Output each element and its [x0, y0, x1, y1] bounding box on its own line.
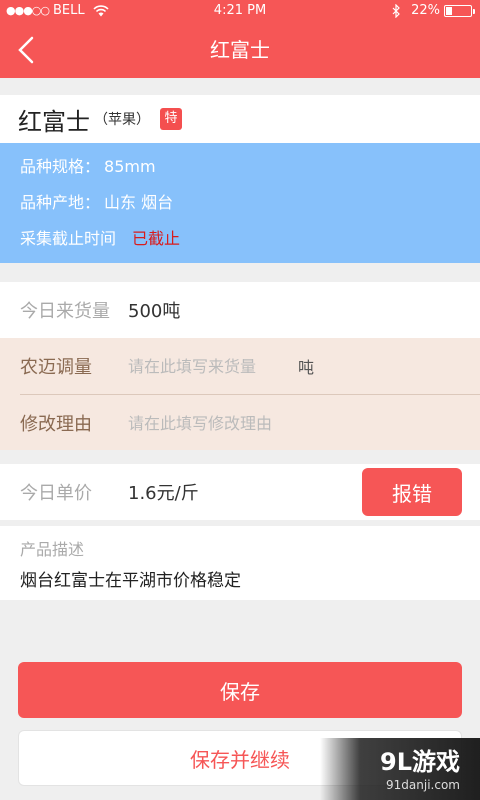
- bluetooth-icon: [392, 3, 400, 18]
- adjust-qty-unit: 吨: [298, 358, 315, 377]
- adjust-reason-input[interactable]: [128, 413, 428, 433]
- price-label: 今日单价: [20, 483, 92, 504]
- spec-row: 品种规格： 85mm: [20, 155, 480, 191]
- incoming-value: 500吨: [128, 301, 181, 322]
- page-title: 红富士: [210, 38, 270, 62]
- adjust-qty-label: 农迈调量: [20, 357, 92, 378]
- adjust-qty-input[interactable]: [128, 356, 298, 376]
- special-badge: 特: [160, 108, 182, 130]
- spec-label: 品种规格：: [20, 157, 101, 176]
- watermark-logo: 9L游戏 91danji.com: [320, 738, 480, 800]
- price-row: 今日单价 1.6元/斤 报错: [0, 464, 480, 520]
- deadline-label: 采集截止时间: [20, 229, 117, 248]
- battery-fill: [446, 6, 452, 15]
- incoming-label: 今日来货量: [20, 301, 110, 322]
- adjust-reason-row: 修改理由: [0, 395, 480, 451]
- product-header: 红富士 （苹果） 特: [0, 95, 480, 143]
- product-type: （苹果）: [94, 112, 150, 128]
- deadline-row: 采集截止时间 已截止: [20, 227, 480, 263]
- battery-icon: [444, 4, 475, 17]
- price-value: 1.6元/斤: [128, 483, 199, 504]
- adjust-qty-row: 农迈调量 吨: [0, 338, 480, 394]
- deadline-status: 已截止: [132, 229, 181, 248]
- origin-value: 山东 烟台: [104, 193, 174, 212]
- description-text: 烟台红富士在平湖市价格稳定: [20, 571, 241, 591]
- nav-bar: 红富士: [0, 22, 480, 78]
- spec-value: 85mm: [104, 157, 156, 176]
- origin-row: 品种产地： 山东 烟台: [20, 191, 480, 227]
- origin-label: 品种产地：: [20, 193, 101, 212]
- product-name: 红富士: [18, 107, 90, 136]
- description-label: 产品描述: [20, 540, 85, 559]
- adjust-section: 农迈调量 吨 修改理由: [0, 338, 480, 450]
- adjust-reason-label: 修改理由: [20, 414, 92, 435]
- description-section: 产品描述 烟台红富士在平湖市价格稳定: [0, 526, 480, 600]
- product-info-box: 品种规格： 85mm 品种产地： 山东 烟台 采集截止时间 已截止: [0, 143, 480, 263]
- watermark-brand: 9L游戏: [380, 748, 460, 776]
- report-error-button[interactable]: 报错: [362, 468, 462, 516]
- save-button[interactable]: 保存: [18, 662, 462, 718]
- battery-percentage: 22%: [411, 3, 440, 18]
- incoming-row: 今日来货量 500吨: [0, 282, 480, 338]
- watermark-site: 91danji.com: [386, 778, 460, 792]
- status-bar: ●●●○○ BELL 4:21 PM 22%: [0, 0, 480, 22]
